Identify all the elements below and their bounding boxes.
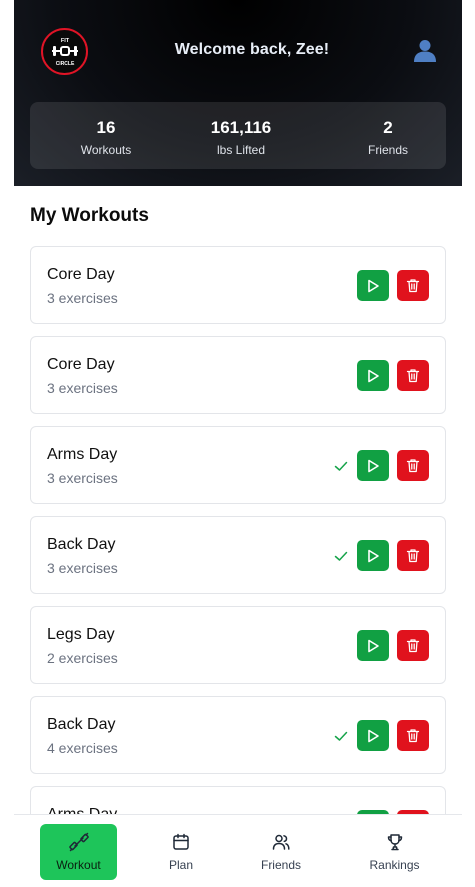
play-icon: [366, 369, 380, 383]
trash-icon: [406, 548, 420, 563]
workout-card[interactable]: Legs Day 2 exercises: [30, 606, 446, 684]
workout-exercise-count: 3 exercises: [47, 290, 118, 306]
trash-icon: [406, 728, 420, 743]
workout-card[interactable]: Core Day 3 exercises: [30, 336, 446, 414]
nav-label: Workout: [56, 858, 101, 872]
delete-workout-button[interactable]: [397, 540, 429, 571]
workout-list[interactable]: Core Day 3 exercises Core Day 3 exercises Ar…: [30, 246, 446, 814]
calendar-icon: [142, 832, 220, 854]
nav-label: Plan: [168, 858, 194, 872]
workout-card[interactable]: Back Day 4 exercises: [30, 696, 446, 774]
users-icon: [242, 832, 320, 854]
nav-label: Rankings: [369, 858, 420, 872]
delete-workout-button[interactable]: [397, 450, 429, 481]
start-workout-button[interactable]: [357, 450, 389, 481]
user-profile-icon[interactable]: [412, 37, 438, 63]
nav-tab-friends[interactable]: Friends: [242, 824, 320, 880]
bottom-nav: Workout Plan Friends Rankings: [14, 814, 462, 887]
workout-card[interactable]: Core Day 3 exercises: [30, 246, 446, 324]
dumbbell-icon: [40, 832, 117, 854]
workout-exercise-count: 3 exercises: [47, 470, 118, 486]
stat-label: Workouts: [80, 143, 132, 157]
play-icon: [366, 639, 380, 653]
delete-workout-button[interactable]: [397, 270, 429, 301]
play-icon: [366, 459, 380, 473]
workout-name: Arms Day: [47, 806, 117, 814]
workout-name: Core Day: [47, 266, 115, 283]
workout-card[interactable]: Arms Day 3 exercises: [30, 426, 446, 504]
nav-tab-plan[interactable]: Plan: [142, 824, 220, 880]
delete-workout-button[interactable]: [397, 630, 429, 661]
stat-label: lbs Lifted: [216, 143, 266, 157]
trash-icon: [406, 638, 420, 653]
play-icon: [366, 279, 380, 293]
completed-check-icon: [333, 728, 349, 744]
workout-name: Arms Day: [47, 446, 118, 463]
stat-value: 2: [383, 118, 393, 137]
workout-exercise-count: 3 exercises: [47, 380, 118, 396]
workout-exercise-count: 2 exercises: [47, 650, 118, 666]
trophy-icon: [354, 832, 435, 854]
workout-name: Back Day: [47, 536, 116, 553]
stat-value: 161,116: [210, 118, 272, 137]
workout-exercise-count: 3 exercises: [47, 560, 118, 576]
app-container: FIT CIRCLE Welcome back, Zee! 16 Workout…: [14, 0, 462, 887]
nav-tab-rankings[interactable]: Rankings: [354, 824, 435, 880]
delete-workout-button[interactable]: [397, 720, 429, 751]
stat-friends: 2 Friends: [348, 102, 428, 169]
workout-card[interactable]: Arms Day: [30, 786, 446, 814]
start-workout-button[interactable]: [357, 360, 389, 391]
completed-check-icon: [333, 458, 349, 474]
workout-name: Core Day: [47, 356, 115, 373]
svg-text:CIRCLE: CIRCLE: [55, 61, 74, 67]
nav-tab-workout[interactable]: Workout: [40, 824, 117, 880]
welcome-message: Welcome back, Zee!: [174, 41, 330, 58]
workout-card[interactable]: Back Day 3 exercises: [30, 516, 446, 594]
stat-workouts: 16 Workouts: [66, 102, 146, 169]
stat-value: 16: [96, 118, 116, 137]
header: FIT CIRCLE Welcome back, Zee! 16 Workout…: [14, 0, 462, 186]
start-workout-button[interactable]: [357, 630, 389, 661]
completed-check-icon: [333, 548, 349, 564]
workout-exercise-count: 4 exercises: [47, 740, 118, 756]
start-workout-button[interactable]: [357, 540, 389, 571]
stat-label: Friends: [367, 143, 408, 157]
play-icon: [366, 549, 380, 563]
stats-panel: 16 Workouts 161,116 lbs Lifted 2 Friends: [30, 102, 446, 169]
trash-icon: [406, 458, 420, 473]
nav-label: Friends: [260, 858, 301, 872]
delete-workout-button[interactable]: [397, 360, 429, 391]
start-workout-button[interactable]: [357, 270, 389, 301]
workout-name: Back Day: [47, 716, 116, 733]
trash-icon: [406, 368, 420, 383]
start-workout-button[interactable]: [357, 720, 389, 751]
trash-icon: [406, 278, 420, 293]
play-icon: [366, 729, 380, 743]
section-title: My Workouts: [30, 205, 149, 226]
workout-name: Legs Day: [47, 626, 115, 643]
stat-lbs-lifted: 161,116 lbs Lifted: [196, 102, 286, 169]
